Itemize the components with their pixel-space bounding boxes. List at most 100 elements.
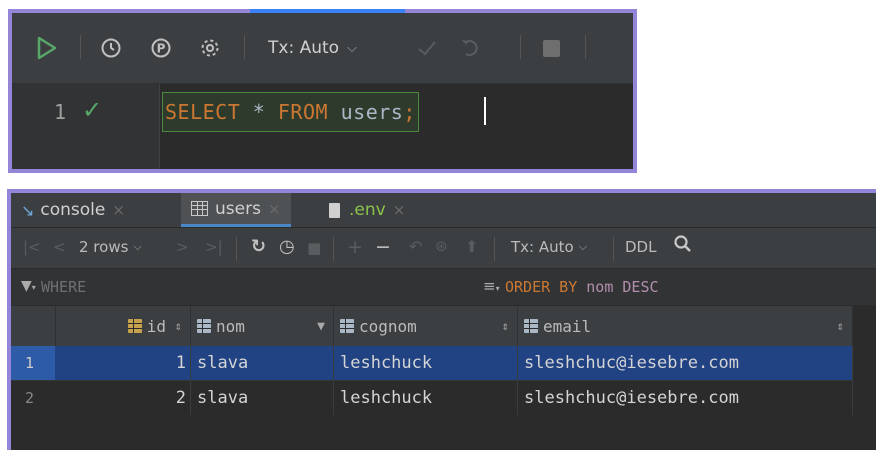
clock-icon[interactable]	[98, 35, 124, 61]
column-header-email[interactable]: email ⇕	[518, 306, 853, 346]
close-icon[interactable]: ×	[393, 201, 406, 219]
tx-mode-dropdown[interactable]: Tx: Auto ⌵	[268, 33, 357, 63]
tab-label: console	[40, 200, 106, 220]
chevron-down-icon: ⌵	[347, 40, 357, 56]
toolbar-divider	[520, 35, 521, 59]
order-by-keyword: ORDER BY	[505, 278, 578, 296]
sql-statement[interactable]: SELECT * FROM users;	[162, 92, 419, 132]
cell-email[interactable]: sleshchuc@iesebre.com	[518, 346, 853, 380]
column-header-label: cognom	[359, 316, 417, 336]
row-number: 1	[11, 346, 55, 380]
grid-toolbar: |< < 2 rows ⌵ > >| ↻ ◷ ■ + − ↶ ⊛ ⬆ Tx: A…	[11, 228, 876, 269]
tx-mode-label: Tx: Auto	[268, 38, 340, 58]
sql-keyword-from: FROM	[277, 100, 329, 124]
next-page-icon[interactable]: >	[176, 238, 189, 256]
ddl-button[interactable]: DDL	[625, 238, 656, 256]
where-filter-input[interactable]: WHERE	[41, 278, 86, 296]
editor-gutter: 1 ✓	[12, 84, 160, 169]
column-icon	[197, 319, 211, 333]
cell-cognom[interactable]: leshchuck	[334, 346, 518, 380]
commit-check-icon[interactable]	[414, 35, 440, 61]
toolbar-divider	[80, 35, 81, 59]
table-icon	[191, 201, 208, 216]
delete-row-icon[interactable]: −	[375, 236, 391, 258]
line-number: 1	[54, 100, 67, 124]
primary-key-column-icon	[127, 319, 142, 333]
sort-descending-icon[interactable]: ▼	[317, 319, 325, 334]
column-header-id[interactable]: id ⇕	[55, 306, 191, 346]
sort-toggle-icon[interactable]: ⇕	[837, 319, 844, 333]
refresh-icon[interactable]: ↻	[251, 236, 266, 257]
cell-email[interactable]: sleshchuc@iesebre.com	[518, 381, 853, 415]
results-panel: ↘ console × users × .env × |< < 2 rows ⌵…	[7, 189, 876, 450]
rollback-undo-icon[interactable]	[458, 35, 484, 61]
sql-star: *	[252, 100, 266, 124]
sort-lines-icon[interactable]: ≡▾	[483, 277, 500, 295]
tab-label: users	[215, 198, 261, 219]
column-header-label: id	[146, 316, 166, 336]
sql-semicolon: ;	[403, 100, 416, 124]
toolbar-divider	[333, 237, 334, 261]
chevron-down-icon: ⌵	[578, 240, 588, 253]
file-icon	[329, 202, 340, 218]
table-row[interactable]: 2 2 slava leshchuck sleshchuc@iesebre.co…	[11, 380, 853, 415]
row-number-header	[11, 306, 56, 346]
cell-cognom[interactable]: leshchuck	[334, 381, 518, 415]
editor-toolbar: P Tx: Auto ⌵	[12, 13, 633, 84]
console-icon: ↘	[21, 200, 35, 220]
tab-env[interactable]: .env ×	[329, 193, 405, 227]
preview-changes-icon[interactable]: ⊛	[435, 237, 448, 255]
column-header-label: nom	[216, 316, 245, 336]
pin-p-icon[interactable]: P	[148, 35, 174, 61]
tab-label: .env	[349, 200, 386, 220]
table-row[interactable]: 1 1 slava leshchuck sleshchuc@iesebre.co…	[11, 346, 853, 380]
rows-count-dropdown[interactable]: 2 rows ⌵	[79, 238, 142, 256]
column-icon	[340, 319, 354, 333]
column-header-cognom[interactable]: cognom ⇕	[334, 306, 518, 346]
chevron-down-icon: ⌵	[133, 240, 142, 253]
toolbar-divider	[244, 35, 245, 59]
order-by-input[interactable]: ORDER BY nom DESC	[505, 278, 659, 296]
stop-icon[interactable]: ■	[307, 239, 321, 257]
execute-play-icon[interactable]	[34, 35, 60, 61]
filter-bar: ▼▾ WHERE ≡▾ ORDER BY nom DESC	[11, 269, 876, 306]
stop-icon[interactable]	[540, 37, 562, 59]
previous-page-icon[interactable]: <	[53, 238, 66, 256]
filter-funnel-icon[interactable]: ▼▾	[21, 278, 36, 294]
column-header-label: email	[543, 316, 592, 336]
gear-icon[interactable]	[197, 35, 223, 61]
row-number: 2	[25, 389, 35, 407]
last-page-icon[interactable]: >|	[205, 238, 223, 256]
tab-console[interactable]: ↘ console ×	[21, 193, 125, 227]
tx-mode-dropdown[interactable]: Tx: Auto ⌵	[511, 238, 587, 256]
sql-keyword-select: SELECT	[165, 100, 241, 124]
cell-id[interactable]: 2	[55, 381, 191, 415]
cell-nom[interactable]: slava	[191, 381, 334, 415]
submit-up-icon[interactable]: ⬆	[465, 237, 478, 256]
revert-icon[interactable]: ↶	[409, 237, 422, 256]
sort-toggle-icon[interactable]: ⇕	[175, 319, 182, 333]
line-success-check-icon: ✓	[82, 96, 103, 124]
sql-table-name: users	[340, 100, 404, 124]
column-header-nom[interactable]: nom ▼	[191, 306, 334, 346]
tab-users[interactable]: users ×	[181, 193, 291, 227]
rows-count-label: 2 rows	[79, 238, 129, 256]
history-icon[interactable]: ◷	[279, 236, 295, 257]
close-icon[interactable]: ×	[268, 200, 281, 218]
grid-header-row: id ⇕ nom ▼ cognom ⇕ email ⇕	[11, 306, 853, 346]
tx-mode-label: Tx: Auto	[511, 238, 574, 256]
toolbar-divider	[613, 237, 614, 261]
cell-id[interactable]: 1	[55, 346, 191, 380]
text-caret	[484, 97, 486, 125]
order-by-value: nom DESC	[586, 278, 659, 296]
toolbar-divider	[236, 237, 237, 261]
first-page-icon[interactable]: |<	[23, 238, 41, 256]
toolbar-divider	[494, 237, 495, 261]
add-row-icon[interactable]: +	[347, 236, 363, 258]
close-icon[interactable]: ×	[112, 201, 125, 219]
tab-bar: ↘ console × users × .env ×	[11, 193, 876, 228]
search-icon[interactable]	[673, 233, 693, 255]
cell-nom[interactable]: slava	[191, 346, 334, 380]
toolbar-divider	[585, 35, 586, 59]
sort-toggle-icon[interactable]: ⇕	[502, 319, 509, 333]
